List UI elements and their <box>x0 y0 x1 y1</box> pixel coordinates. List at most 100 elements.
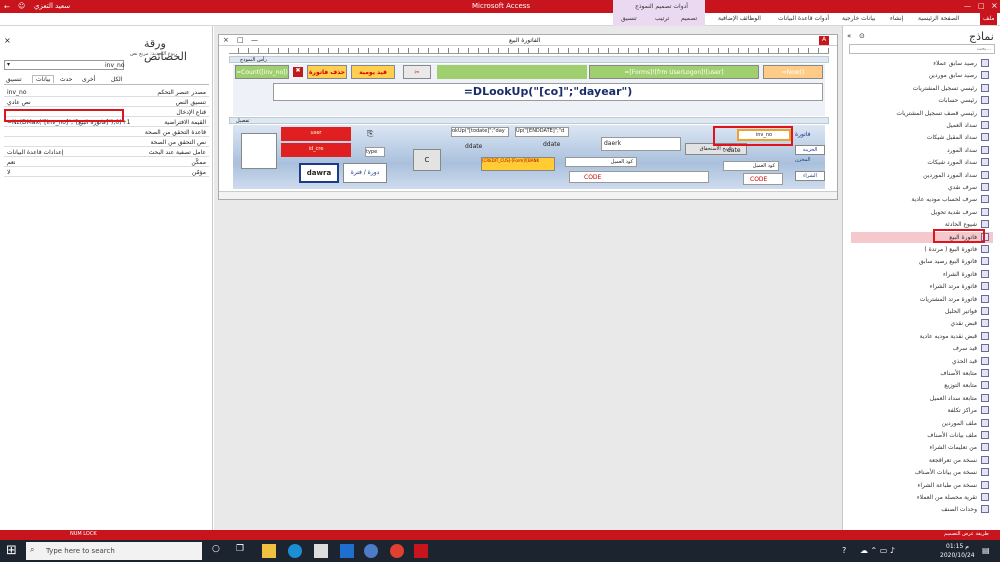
nav-item[interactable]: متابعة الأصناف <box>851 368 993 379</box>
code-combo-1[interactable]: CODE <box>569 171 709 183</box>
nav-item[interactable]: سداد المورد شيكات <box>851 157 993 168</box>
user-field[interactable]: user <box>281 127 351 141</box>
dlookup-expression[interactable]: =DLookUp("[co]";"dayear") <box>273 83 823 101</box>
period-field[interactable]: دورة / فترة <box>343 163 387 183</box>
nav-item[interactable]: متابعة التوزيع <box>851 380 993 391</box>
nav-item[interactable]: سرف نقدي <box>851 182 993 193</box>
code-combo-2[interactable]: CODE <box>743 173 783 185</box>
maximize-icon[interactable]: □ <box>978 2 985 10</box>
enddate-expr-field[interactable]: Up("[ENDDATE]";"d <box>515 127 569 137</box>
nav-item[interactable]: وحدات الصنف <box>851 504 993 515</box>
user-name[interactable]: سعيد التعزي <box>34 2 70 10</box>
edge-icon[interactable] <box>288 544 302 558</box>
nav-item[interactable]: قيد الحذي <box>851 356 993 367</box>
detail-section-bar[interactable]: تفصيل <box>229 117 829 124</box>
nav-item[interactable]: رئيسي تسجيل المشتريات <box>851 83 993 94</box>
property-row[interactable]: عامل تصفية عند البحث إعدادات قاعدة البيان… <box>4 148 209 157</box>
property-row[interactable]: تنسيق النص نص عادي <box>4 98 209 107</box>
dawra-button[interactable]: dawra <box>299 163 339 183</box>
nav-item[interactable]: تقرية محصلة من العملاء <box>851 492 993 503</box>
property-row[interactable]: مصدر عنصر التحكم inv_no <box>4 88 209 97</box>
nav-item[interactable]: فاتورة البيع رصيد سابق <box>851 256 993 267</box>
tab-all[interactable]: الكل <box>111 76 122 83</box>
tab-external-data[interactable]: بيانات خارجية <box>842 15 876 22</box>
nav-item[interactable]: سرف نقدية تحويل <box>851 207 993 218</box>
cortana-icon[interactable]: ○ <box>212 544 226 558</box>
daerk-field[interactable]: daerk <box>601 137 681 151</box>
minimize-form-icon[interactable]: — <box>251 36 258 44</box>
count-button[interactable]: =Count([inv_no]) <box>235 65 289 79</box>
tab-file[interactable]: ملف <box>980 13 998 25</box>
close-form-icon[interactable]: × <box>223 36 229 44</box>
property-value[interactable]: نعم <box>7 159 16 166</box>
delete-invoice-button[interactable]: حذف فاتورة <box>307 65 347 79</box>
nav-item[interactable]: رصيد سابق عملاء <box>851 58 993 69</box>
user-lookup-field[interactable]: =[Forms]![frm UserLogon]![user] <box>589 65 759 79</box>
undo-button[interactable]: ✂ <box>403 65 431 79</box>
property-row[interactable]: ممكّن نعم <box>4 158 209 167</box>
horizontal-scrollbar[interactable] <box>219 191 837 199</box>
nav-item[interactable]: نسخة من طباعة الشراء <box>851 480 993 491</box>
file-explorer-icon[interactable] <box>262 544 276 558</box>
tab-database-tools[interactable]: أدوات قاعدة البيانات <box>778 15 829 22</box>
customer-code-combo-2[interactable]: كود العميل <box>723 161 779 171</box>
tab-create[interactable]: إنشاء <box>890 15 903 22</box>
nav-item[interactable]: قيد سرف <box>851 343 993 354</box>
credit-expr-field[interactable]: [CREDIT_CUS]-[Form]![BANK <box>481 157 555 171</box>
nav-item[interactable]: متابعة سداد العميل <box>851 393 993 404</box>
store-icon[interactable] <box>314 544 328 558</box>
task-view-icon[interactable]: ❐ <box>236 544 250 558</box>
nav-item[interactable]: سداد العميل <box>851 120 993 131</box>
nav-item[interactable]: نسخة من بيانات الأصناف <box>851 467 993 478</box>
property-value[interactable]: إعدادات قاعدة البيانات <box>7 149 64 156</box>
nav-item[interactable]: فاتورة مرتد المشتريات <box>851 294 993 305</box>
tab-design[interactable]: تصميم <box>681 15 697 22</box>
id-field[interactable]: id_cre <box>281 143 351 157</box>
close-icon[interactable]: × <box>991 1 998 10</box>
back-icon[interactable]: ← <box>4 3 10 11</box>
property-value[interactable]: inv_no <box>7 89 27 96</box>
windows-start-icon[interactable]: ⊞ <box>6 543 17 558</box>
notifications-icon[interactable]: ▤ <box>982 546 990 555</box>
now-field[interactable]: =Now() <box>763 65 823 79</box>
minimize-icon[interactable]: — <box>964 2 971 10</box>
property-value[interactable]: نص عادي <box>7 99 31 106</box>
restore-form-icon[interactable]: □ <box>237 36 244 44</box>
tab-arrange[interactable]: ترتيب <box>655 15 669 22</box>
todate-expr-field[interactable]: okUp("[todate]";"day <box>451 127 509 137</box>
tab-data[interactable]: بيانات <box>32 75 55 83</box>
daily-entry-button[interactable]: قيد يومية <box>351 65 395 79</box>
help-icon[interactable]: ? <box>842 546 846 555</box>
nav-item[interactable]: من تعليمات الشراء <box>851 442 993 453</box>
tab-format[interactable]: تنسيق <box>621 15 637 22</box>
control-selector[interactable]: inv_no ▾ <box>4 60 125 70</box>
nav-item[interactable]: ملف الموردين <box>851 418 993 429</box>
tab-event[interactable]: حدث <box>60 76 73 83</box>
nav-item[interactable]: فواتير الحليل <box>851 306 993 317</box>
nav-item[interactable]: رئيسي حسابات <box>851 95 993 106</box>
taskbar-search[interactable]: ⌕ Type here to search <box>26 542 202 560</box>
copy-icon[interactable]: ⎘ <box>367 129 379 139</box>
nav-item[interactable]: سداد المقبل شيكات <box>851 132 993 143</box>
chrome-icon[interactable] <box>390 544 404 558</box>
property-row[interactable]: نص التحقق من الصحة <box>4 138 209 147</box>
nav-item[interactable]: قبض نقدي <box>851 318 993 329</box>
nav-item[interactable]: سرف لحساب موديه عادية <box>851 194 993 205</box>
collapse-pane-icon[interactable]: « <box>847 32 851 40</box>
subform-control[interactable] <box>241 133 277 169</box>
c-button[interactable]: C <box>413 149 441 171</box>
nav-item[interactable]: مراكز تكلفة <box>851 405 993 416</box>
section-header-bar[interactable]: رأس النموذج <box>229 56 829 63</box>
property-value[interactable]: لا <box>7 169 10 176</box>
pane-settings-icon[interactable]: ⊙ <box>859 32 865 40</box>
nav-item[interactable]: سداد المورد <box>851 145 993 156</box>
clock-date[interactable]: 2020/10/24 <box>940 552 975 559</box>
tab-other[interactable]: أخرى <box>82 76 95 83</box>
nav-item[interactable]: نسخة من تعراقجعة <box>851 455 993 466</box>
app-icon[interactable] <box>364 544 378 558</box>
nav-item[interactable]: فاتورة الشراء <box>851 269 993 280</box>
nav-item[interactable]: فاتورة البيع ( مرتدة ) <box>851 244 993 255</box>
nav-search-box[interactable]: بحث... <box>849 44 995 54</box>
tab-home[interactable]: الصفحة الرئيسية <box>918 15 959 22</box>
nav-item[interactable]: رصيد سابق موردين <box>851 70 993 81</box>
